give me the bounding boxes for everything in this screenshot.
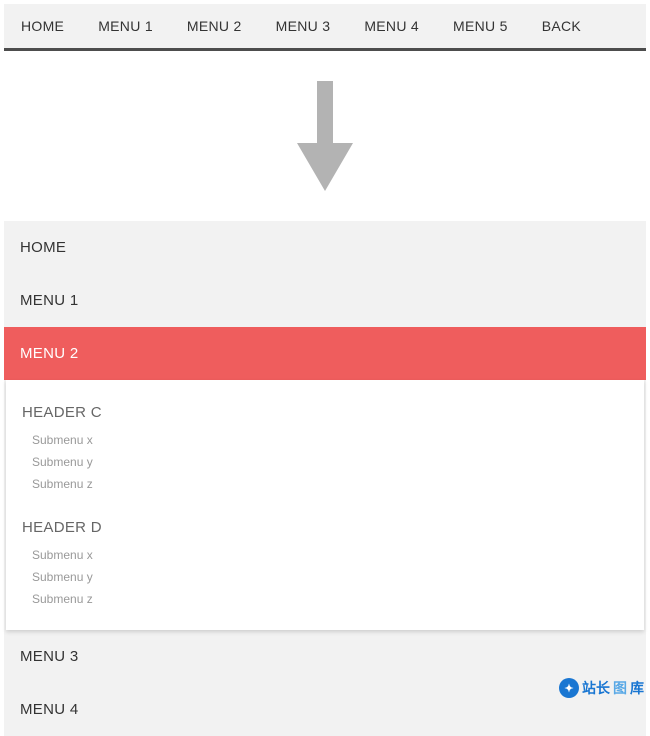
v-item-menu-4[interactable]: MENU 4 bbox=[4, 683, 646, 736]
arrow-down-icon bbox=[297, 81, 353, 191]
submenu-link[interactable]: Submenu x bbox=[22, 429, 628, 451]
submenu-link[interactable]: Submenu z bbox=[22, 473, 628, 495]
v-item-menu-3[interactable]: MENU 3 bbox=[4, 630, 646, 683]
nav-menu-2[interactable]: MENU 2 bbox=[170, 4, 259, 48]
v-item-menu-2[interactable]: MENU 2 bbox=[4, 327, 646, 380]
submenu-link[interactable]: Submenu y bbox=[22, 566, 628, 588]
nav-menu-1[interactable]: MENU 1 bbox=[81, 4, 170, 48]
vertical-menu: HOME MENU 1 MENU 2 HEADER C Submenu x Su… bbox=[4, 221, 646, 736]
arrow-container bbox=[0, 51, 650, 221]
watermark-text-3: 库 bbox=[630, 678, 644, 698]
watermark: ✦ 站长 图 库 bbox=[559, 678, 644, 698]
submenu-group-d: HEADER D Submenu x Submenu y Submenu z bbox=[22, 509, 628, 610]
watermark-text-2: 图 bbox=[613, 678, 627, 698]
watermark-text-1: 站长 bbox=[582, 678, 610, 698]
submenu-link[interactable]: Submenu z bbox=[22, 588, 628, 610]
nav-menu-3[interactable]: MENU 3 bbox=[259, 4, 348, 48]
nav-back[interactable]: BACK bbox=[525, 4, 598, 48]
submenu-link[interactable]: Submenu x bbox=[22, 544, 628, 566]
watermark-icon: ✦ bbox=[559, 678, 579, 698]
submenu-group-c: HEADER C Submenu x Submenu y Submenu z bbox=[22, 394, 628, 495]
nav-home[interactable]: HOME bbox=[4, 4, 81, 48]
top-nav: HOME MENU 1 MENU 2 MENU 3 MENU 4 MENU 5 … bbox=[4, 4, 646, 51]
submenu-header-d: HEADER D bbox=[22, 509, 628, 544]
v-item-menu-1[interactable]: MENU 1 bbox=[4, 274, 646, 327]
submenu-panel: HEADER C Submenu x Submenu y Submenu z H… bbox=[6, 380, 644, 630]
nav-menu-5[interactable]: MENU 5 bbox=[436, 4, 525, 48]
v-item-home[interactable]: HOME bbox=[4, 221, 646, 274]
submenu-header-c: HEADER C bbox=[22, 394, 628, 429]
submenu-link[interactable]: Submenu y bbox=[22, 451, 628, 473]
nav-menu-4[interactable]: MENU 4 bbox=[347, 4, 436, 48]
